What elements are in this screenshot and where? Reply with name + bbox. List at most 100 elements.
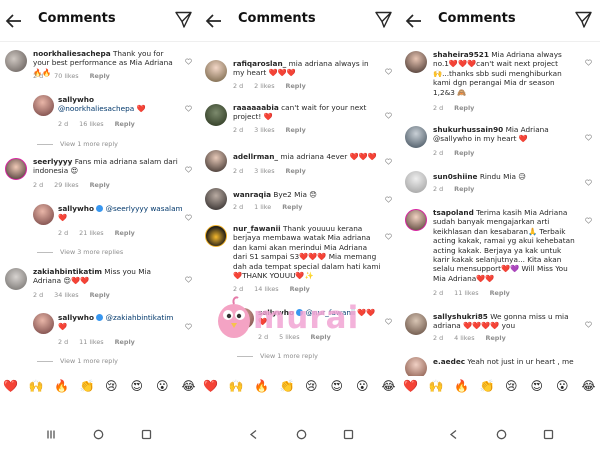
emoji-reaction-button[interactable]: 🙌: [29, 378, 44, 394]
reply-button[interactable]: Reply: [282, 203, 302, 211]
avatar[interactable]: [33, 95, 54, 116]
emoji-reaction-button[interactable]: 🔥: [454, 378, 469, 394]
avatar[interactable]: [33, 313, 54, 334]
comment-username[interactable]: wanraqia: [233, 190, 271, 199]
emoji-reaction-button[interactable]: 😮: [156, 378, 169, 394]
back-arrow-icon[interactable]: [205, 12, 223, 30]
reply-button[interactable]: Reply: [115, 229, 135, 237]
like-heart-icon[interactable]: [185, 105, 192, 112]
like-heart-icon[interactable]: [185, 214, 192, 221]
back-arrow-icon[interactable]: [5, 12, 23, 30]
comment-username[interactable]: nur_fawanii: [233, 224, 281, 233]
emoji-reaction-button[interactable]: 😮: [356, 378, 369, 394]
like-heart-icon[interactable]: [185, 323, 192, 330]
reply-button[interactable]: Reply: [286, 167, 306, 175]
reply-button[interactable]: Reply: [115, 120, 135, 128]
like-heart-icon[interactable]: [585, 179, 592, 186]
emoji-reaction-button[interactable]: 😍: [131, 378, 144, 394]
like-heart-icon[interactable]: [185, 166, 192, 173]
reply-button[interactable]: Reply: [90, 181, 110, 189]
emoji-reaction-button[interactable]: 👏: [80, 378, 95, 394]
back-arrow-icon[interactable]: [405, 12, 423, 30]
avatar[interactable]: [405, 51, 427, 73]
recents-icon[interactable]: [46, 429, 57, 440]
emoji-reaction-button[interactable]: ❤️: [203, 378, 218, 394]
reply-button[interactable]: Reply: [90, 72, 110, 80]
emoji-reaction-button[interactable]: ❤️: [3, 378, 18, 394]
reply-button[interactable]: Reply: [115, 338, 135, 346]
recents-icon[interactable]: [448, 429, 459, 440]
avatar[interactable]: [405, 357, 427, 376]
send-icon[interactable]: [575, 11, 592, 28]
avatar[interactable]: [205, 150, 227, 172]
comment-username[interactable]: sallywho: [58, 95, 94, 104]
recents-icon[interactable]: [248, 429, 259, 440]
reply-button[interactable]: Reply: [454, 185, 474, 193]
avatar[interactable]: [405, 313, 427, 335]
avatar[interactable]: [205, 225, 227, 247]
emoji-reaction-button[interactable]: 🙌: [229, 378, 244, 394]
view-replies-link[interactable]: View 1 more reply: [237, 352, 318, 360]
avatar[interactable]: [205, 104, 227, 126]
comment-username[interactable]: shukurhussain90: [433, 125, 503, 134]
reply-button[interactable]: Reply: [454, 149, 474, 157]
back-icon[interactable]: [543, 429, 554, 440]
emoji-reaction-button[interactable]: 😍: [331, 378, 344, 394]
view-replies-link[interactable]: View 1 more reply: [37, 140, 118, 148]
comment-username[interactable]: noorkhaliesachepa: [33, 49, 111, 58]
reply-button[interactable]: Reply: [454, 104, 474, 112]
emoji-reaction-button[interactable]: 👏: [280, 378, 295, 394]
like-heart-icon[interactable]: [185, 58, 192, 65]
like-heart-icon[interactable]: [385, 318, 392, 325]
comment-username[interactable]: zakiahbintikatim: [33, 267, 102, 276]
reply-button[interactable]: Reply: [286, 126, 306, 134]
emoji-reaction-button[interactable]: 🔥: [54, 378, 69, 394]
reply-button[interactable]: Reply: [90, 291, 110, 299]
like-heart-icon[interactable]: [385, 196, 392, 203]
emoji-reaction-button[interactable]: ❤️: [403, 378, 418, 394]
view-replies-link[interactable]: View 3 more replies: [37, 248, 123, 256]
like-heart-icon[interactable]: [385, 158, 392, 165]
reply-button[interactable]: Reply: [286, 82, 306, 90]
comment-username[interactable]: sallyshukri85: [433, 312, 488, 321]
like-heart-icon[interactable]: [385, 68, 392, 75]
emoji-reaction-button[interactable]: 😮: [556, 378, 569, 394]
comment-username[interactable]: seerlyyyy: [33, 157, 72, 166]
comment-username[interactable]: tsapoland: [433, 208, 474, 217]
back-icon[interactable]: [141, 429, 152, 440]
emoji-reaction-button[interactable]: 😢: [505, 378, 518, 394]
emoji-reaction-button[interactable]: 🔥: [254, 378, 269, 394]
emoji-reaction-button[interactable]: 😢: [305, 378, 318, 394]
comment-username[interactable]: sallywho: [58, 313, 94, 322]
send-icon[interactable]: [175, 11, 192, 28]
back-icon[interactable]: [343, 429, 354, 440]
like-heart-icon[interactable]: [585, 134, 592, 141]
send-icon[interactable]: [375, 11, 392, 28]
emoji-reaction-button[interactable]: 😍: [531, 378, 544, 394]
like-heart-icon[interactable]: [385, 233, 392, 240]
emoji-reaction-button[interactable]: 😢: [105, 378, 118, 394]
like-heart-icon[interactable]: [585, 321, 592, 328]
comment-username[interactable]: e.aedec: [433, 357, 465, 366]
like-heart-icon[interactable]: [585, 59, 592, 66]
reply-button[interactable]: Reply: [290, 285, 310, 293]
home-icon[interactable]: [93, 429, 104, 440]
avatar[interactable]: [405, 126, 427, 148]
comment-username[interactable]: shaheira9521: [433, 50, 489, 59]
avatar[interactable]: [5, 50, 27, 72]
home-icon[interactable]: [496, 429, 507, 440]
avatar[interactable]: [405, 171, 427, 193]
home-icon[interactable]: [296, 429, 307, 440]
emoji-reaction-button[interactable]: 👏: [480, 378, 495, 394]
reply-button[interactable]: Reply: [486, 334, 506, 342]
like-heart-icon[interactable]: [585, 217, 592, 224]
comment-username[interactable]: sallywho: [58, 204, 94, 213]
avatar[interactable]: [5, 268, 27, 290]
like-heart-icon[interactable]: [385, 112, 392, 119]
emoji-reaction-button[interactable]: 😂: [582, 378, 596, 394]
emoji-reaction-button[interactable]: 😂: [382, 378, 396, 394]
avatar[interactable]: [33, 204, 54, 225]
comment-username[interactable]: rafiqaroslan_: [233, 59, 286, 68]
avatar[interactable]: [405, 209, 427, 231]
avatar[interactable]: [5, 158, 27, 180]
